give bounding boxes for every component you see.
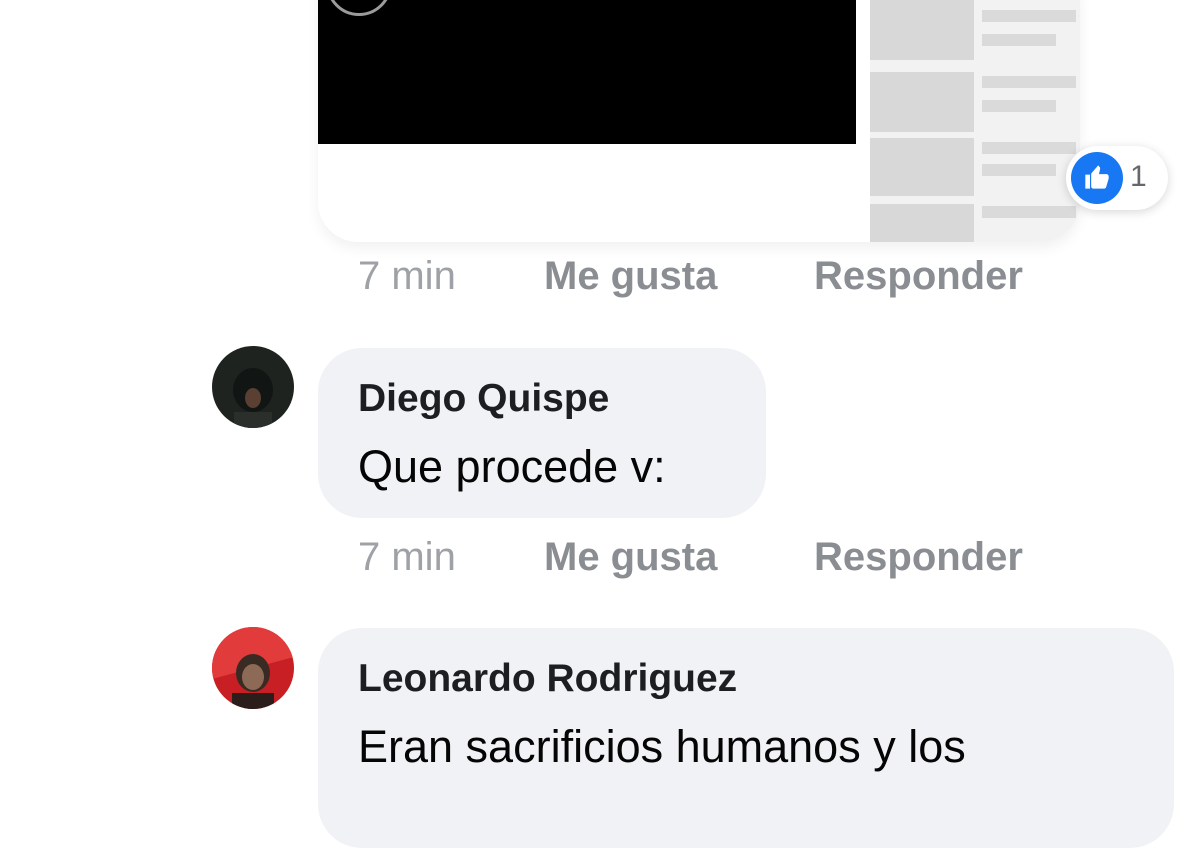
video-thumbnail[interactable] [318,0,856,144]
shared-media-attachment[interactable] [318,0,1080,242]
like-button[interactable]: Me gusta [544,251,717,301]
preview-line [982,164,1056,176]
like-button[interactable]: Me gusta [544,532,717,582]
comment-bubble: Leonardo Rodriguez Eran sacrificios huma… [318,628,1174,848]
preview-line [982,10,1076,22]
preview-block [870,72,974,132]
link-preview-image [870,0,1080,242]
preview-block [870,0,974,60]
preview-line [982,100,1056,112]
avatar[interactable] [212,627,294,709]
comment-author[interactable]: Leonardo Rodriguez [358,656,737,702]
comment-timestamp[interactable]: 7 min [358,251,456,301]
preview-line [982,34,1056,46]
comment-text: Que procede v: [358,441,666,492]
reply-button[interactable]: Responder [814,251,1023,301]
preview-block [870,204,974,242]
thumbs-up-icon [1071,152,1123,204]
preview-line [982,142,1076,154]
preview-line [982,76,1076,88]
preview-line [982,206,1076,218]
comment-bubble: Diego Quispe Que procede v: [318,348,766,518]
reaction-count-badge[interactable]: 1 [1066,146,1168,210]
comment-text: Eran sacrificios humanos y los [358,721,966,772]
reaction-count: 1 [1130,160,1147,193]
reply-button[interactable]: Responder [814,532,1023,582]
comment-timestamp[interactable]: 7 min [358,532,456,582]
preview-block [870,138,974,196]
play-icon[interactable] [326,0,392,16]
avatar[interactable] [212,346,294,428]
comment-author[interactable]: Diego Quispe [358,376,609,422]
